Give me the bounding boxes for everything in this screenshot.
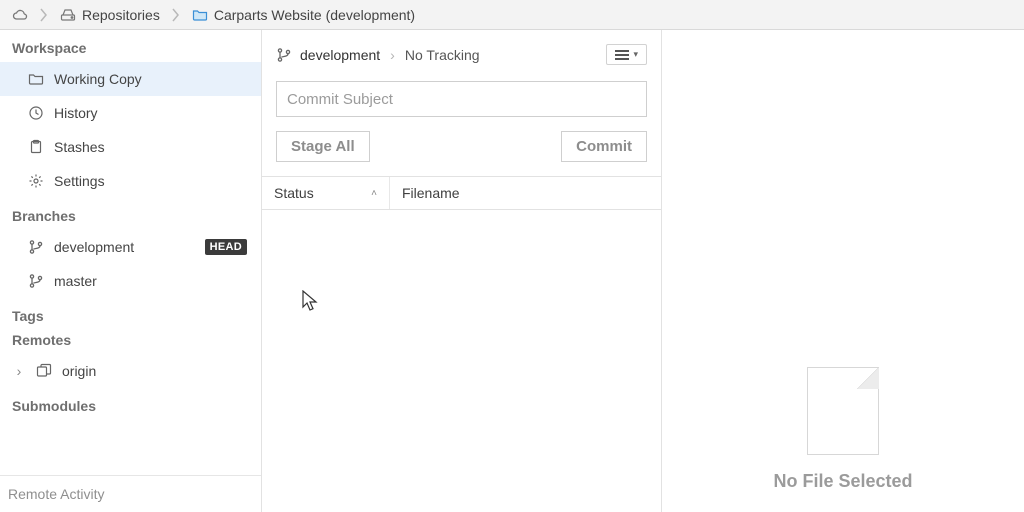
breadcrumb-repo-label: Carparts Website (development) <box>214 7 415 23</box>
sidebar-item-label: development <box>54 239 134 255</box>
column-filename-label: Filename <box>402 185 460 201</box>
sidebar-item-stashes[interactable]: Stashes <box>0 130 261 164</box>
sidebar-branch-master[interactable]: master <box>0 264 261 298</box>
sidebar-section-workspace: Workspace <box>0 30 261 62</box>
breadcrumb-bar: Repositories Carparts Website (developme… <box>0 0 1024 30</box>
right-pane: No File Selected <box>662 30 1024 512</box>
sidebar-footer-remote-activity[interactable]: Remote Activity <box>0 475 261 512</box>
sidebar-item-label: Stashes <box>54 139 105 155</box>
no-file-selected-label: No File Selected <box>773 471 912 492</box>
sidebar-section-submodules: Submodules <box>0 388 261 420</box>
breadcrumb-repo[interactable]: Carparts Website (development) <box>186 0 421 29</box>
clock-icon <box>28 105 44 121</box>
sidebar-section-remotes: Remotes <box>0 330 261 354</box>
sort-asc-icon: ˄ <box>371 188 377 199</box>
column-filename[interactable]: Filename <box>390 177 472 209</box>
cursor-icon <box>302 290 320 312</box>
commit-button[interactable]: Commit <box>561 131 647 162</box>
breadcrumb-cloud[interactable] <box>6 0 34 29</box>
sidebar-item-label: Settings <box>54 173 105 189</box>
hamburger-icon <box>615 50 629 60</box>
chevron-right-icon <box>38 8 50 22</box>
sidebar-item-label: origin <box>62 363 96 379</box>
tracking-label[interactable]: No Tracking <box>405 47 480 63</box>
sidebar-remote-origin[interactable]: › origin <box>0 354 261 388</box>
stage-all-button[interactable]: Stage All <box>276 131 370 162</box>
sidebar-item-working-copy[interactable]: Working Copy <box>0 62 261 96</box>
chevron-right-icon: › <box>388 47 397 63</box>
drive-icon <box>60 7 76 23</box>
gear-icon <box>28 173 44 189</box>
chevron-right-icon: › <box>14 363 24 379</box>
clipboard-icon <box>28 139 44 155</box>
sidebar-section-branches: Branches <box>0 198 261 230</box>
sidebar-section-tags: Tags <box>0 298 261 330</box>
chevron-right-icon <box>170 8 182 22</box>
current-branch-label[interactable]: development <box>300 47 380 63</box>
column-status[interactable]: Status ˄ <box>262 177 390 209</box>
mid-pane: development › No Tracking ▾ Stage All Co… <box>262 30 662 512</box>
branch-icon <box>276 47 292 63</box>
column-status-label: Status <box>274 185 314 201</box>
file-table-header: Status ˄ Filename <box>262 176 661 210</box>
commit-subject-input[interactable] <box>276 81 647 117</box>
sidebar-item-label: master <box>54 273 97 289</box>
breadcrumb-repositories-label: Repositories <box>82 7 160 23</box>
branch-icon <box>28 273 44 289</box>
breadcrumb-repositories[interactable]: Repositories <box>54 0 166 29</box>
folder-icon <box>192 7 208 23</box>
cloud-icon <box>12 7 28 23</box>
hamburger-menu-button[interactable]: ▾ <box>606 44 647 65</box>
branch-icon <box>28 239 44 255</box>
sidebar-branch-development[interactable]: development HEAD <box>0 230 261 264</box>
sidebar-item-history[interactable]: History <box>0 96 261 130</box>
sidebar: Workspace Working Copy History Stashes S… <box>0 30 262 512</box>
chevron-down-icon: ▾ <box>633 49 638 60</box>
remote-icon <box>36 363 52 379</box>
sidebar-item-label: Working Copy <box>54 71 142 87</box>
sidebar-item-label: History <box>54 105 98 121</box>
file-icon <box>807 367 879 455</box>
head-badge: HEAD <box>205 239 247 255</box>
sidebar-item-settings[interactable]: Settings <box>0 164 261 198</box>
folder-icon <box>28 71 44 87</box>
